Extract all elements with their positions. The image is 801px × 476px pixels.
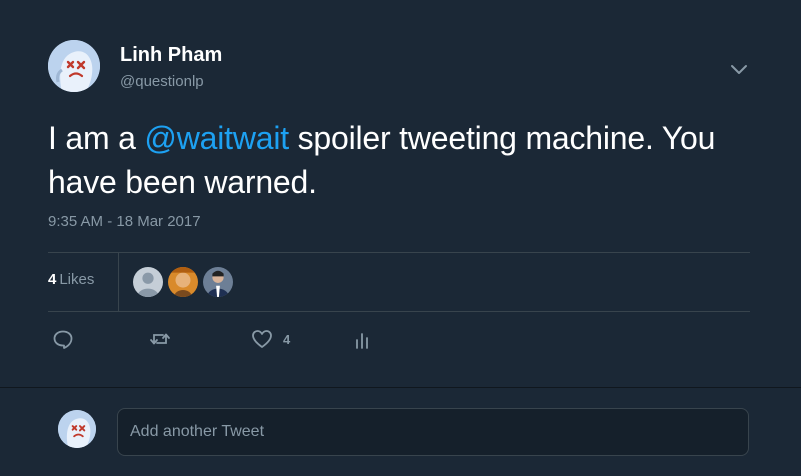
liker-avatar[interactable]: [132, 266, 164, 298]
author-name[interactable]: Linh Pham: [120, 44, 222, 67]
tweet-timestamp[interactable]: 9:35 AM - 18 Mar 2017: [48, 213, 201, 230]
author-handle[interactable]: @questionlp: [120, 73, 204, 90]
tweet-card: Linh Pham @questionlp I am a @waitwait s…: [0, 0, 801, 388]
likes-count[interactable]: 4 Likes: [48, 271, 94, 288]
divider: [48, 252, 750, 253]
user-avatar: [58, 410, 96, 448]
tweet-text: I am a @waitwait spoiler tweeting machin…: [48, 116, 748, 204]
liker-avatar[interactable]: [167, 266, 199, 298]
stats-separator: [118, 253, 119, 311]
analytics-icon[interactable]: [352, 328, 374, 350]
add-tweet-input[interactable]: Add another Tweet: [117, 408, 749, 456]
chevron-down-icon[interactable]: [728, 60, 750, 78]
tweet-text-start: I am a: [48, 120, 145, 156]
like-count: 4: [283, 331, 291, 347]
mention-link[interactable]: @waitwait: [144, 120, 289, 156]
like-button[interactable]: 4: [251, 328, 290, 350]
retweet-icon[interactable]: [149, 328, 171, 350]
likes-number: 4: [48, 271, 57, 288]
likes-label: Likes: [59, 271, 95, 288]
divider: [48, 311, 750, 312]
heart-icon[interactable]: [251, 328, 273, 350]
reply-icon[interactable]: [52, 328, 74, 350]
liker-avatar[interactable]: [202, 266, 234, 298]
author-avatar[interactable]: [48, 40, 100, 92]
